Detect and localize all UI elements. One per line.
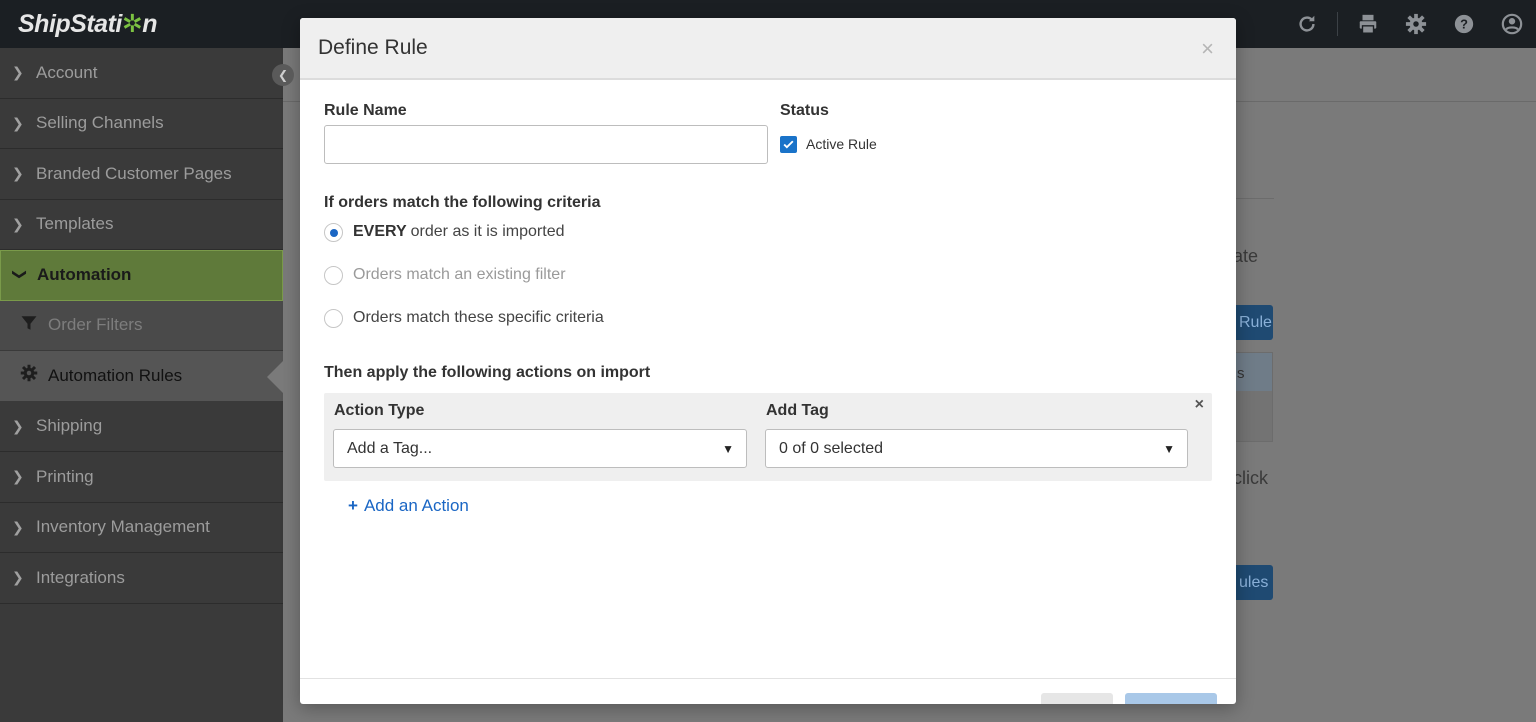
chevron-right-icon: ❯	[12, 215, 24, 232]
sidebar-item-automation[interactable]: ❯ Automation	[0, 250, 283, 301]
radio-button[interactable]	[324, 265, 343, 285]
rule-name-label: Rule Name	[324, 102, 407, 119]
save-button[interactable]	[1125, 693, 1217, 704]
add-action-link[interactable]: + Add an Action	[348, 496, 469, 516]
printer-icon[interactable]	[1344, 0, 1392, 48]
bg-table: s	[1233, 352, 1273, 442]
close-icon[interactable]: ×	[1201, 36, 1214, 62]
bg-text: click	[1233, 468, 1268, 488]
add-tag-select[interactable]: 0 of 0 selected ▼	[765, 429, 1188, 468]
sidebar-item-selling-channels[interactable]: ❯ Selling Channels	[0, 99, 283, 149]
active-rule-label: Active Rule	[806, 136, 877, 152]
bg-add-rule-button[interactable]: Rule	[1233, 305, 1273, 340]
sidebar-item-templates[interactable]: ❯ Templates	[0, 200, 283, 250]
bg-text: ate	[1233, 246, 1259, 266]
top-icons: ?	[1283, 0, 1536, 48]
user-icon[interactable]	[1488, 0, 1536, 48]
help-icon[interactable]: ?	[1440, 0, 1488, 48]
chevron-down-icon: ❯	[12, 268, 29, 280]
radio-button[interactable]	[324, 308, 343, 328]
bg-rules-button[interactable]: ules	[1233, 565, 1273, 600]
action-panel: × Action Type Add a Tag... ▼ Add Tag 0 o…	[324, 393, 1212, 481]
sidebar-item-inventory-management[interactable]: ❯ Inventory Management	[0, 503, 283, 553]
svg-text:?: ?	[1460, 17, 1468, 32]
criteria-label: If orders match the following criteria	[324, 194, 601, 211]
sidebar-item-integrations[interactable]: ❯ Integrations	[0, 553, 283, 604]
chevron-right-icon: ❯	[12, 569, 24, 586]
modal-header: Define Rule	[300, 18, 1236, 80]
define-rule-modal: Define Rule × Rule Name Status Active Ru…	[300, 18, 1236, 704]
actions-label: Then apply the following actions on impo…	[324, 364, 651, 381]
dropdown-arrow-icon: ▼	[722, 442, 734, 456]
collapse-sidebar-button[interactable]: ❮	[272, 64, 294, 86]
chevron-right-icon: ❯	[12, 417, 24, 434]
criteria-option-existing-filter[interactable]: Orders match an existing filter	[324, 265, 566, 285]
sidebar: ❯ Account ❯ Selling Channels ❯ Branded Cust…	[0, 48, 283, 722]
dropdown-arrow-icon: ▼	[1163, 442, 1175, 456]
criteria-option-specific[interactable]: Orders match these specific criteria	[324, 308, 604, 328]
check-icon	[783, 140, 794, 149]
logo-gear-icon: ✲	[121, 10, 143, 38]
chevron-right-icon: ❯	[12, 64, 24, 81]
add-tag-label: Add Tag	[766, 402, 829, 419]
refresh-icon[interactable]	[1283, 0, 1331, 48]
radio-button[interactable]	[324, 222, 343, 242]
sidebar-item-branded-customer-pages[interactable]: ❯ Branded Customer Pages	[0, 149, 283, 200]
separator	[1337, 12, 1338, 36]
close-icon[interactable]: ×	[1195, 396, 1204, 414]
chevron-right-icon: ❯	[12, 468, 24, 485]
sidebar-item-automation-rules[interactable]: Automation Rules	[0, 351, 283, 402]
chevron-right-icon: ❯	[12, 114, 24, 131]
modal-title: Define Rule	[318, 36, 428, 59]
active-pointer	[267, 361, 283, 393]
sidebar-item-account[interactable]: ❯ Account	[0, 48, 283, 99]
criteria-option-every[interactable]: EVERY order as it is imported	[324, 222, 565, 242]
rule-name-input[interactable]	[324, 125, 768, 164]
modal-footer	[300, 678, 1236, 704]
sidebar-item-printing[interactable]: ❯ Printing	[0, 452, 283, 503]
filter-icon	[0, 314, 48, 337]
action-type-label: Action Type	[334, 402, 425, 419]
sidebar-item-shipping[interactable]: ❯ Shipping	[0, 402, 283, 452]
gear-icon	[0, 364, 48, 387]
shipstation-logo[interactable]: ShipStati✲n	[18, 9, 158, 39]
chevron-right-icon: ❯	[12, 165, 24, 182]
gear-icon[interactable]	[1392, 0, 1440, 48]
cancel-button[interactable]	[1041, 693, 1113, 704]
plus-icon: +	[348, 496, 358, 515]
active-rule-checkbox[interactable]	[780, 136, 797, 153]
sidebar-item-order-filters[interactable]: Order Filters	[0, 300, 283, 351]
status-label: Status	[780, 102, 829, 119]
action-type-select[interactable]: Add a Tag... ▼	[333, 429, 747, 468]
chevron-right-icon: ❯	[12, 518, 24, 535]
